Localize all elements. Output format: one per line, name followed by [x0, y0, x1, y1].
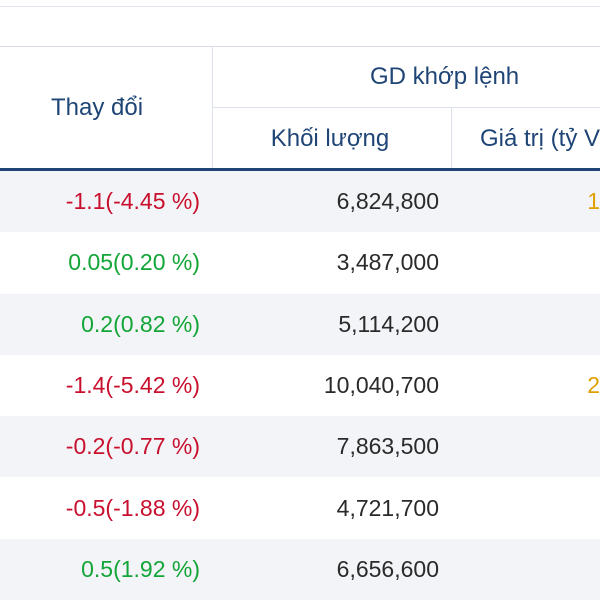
value-cell: 2	[587, 372, 600, 399]
table-row[interactable]: 0.05(0.20 %) 3,487,000	[0, 232, 600, 293]
table-row[interactable]: -0.2(-0.77 %) 7,863,500	[0, 416, 600, 478]
volume-cell: 10,040,700	[323, 372, 439, 399]
value-cell	[560, 477, 600, 538]
change-cell: 0.2(0.82 %)	[81, 310, 200, 337]
volume-cell: 6,824,800	[336, 188, 439, 215]
column-group-header-label: GD khớp lệnh	[370, 63, 520, 90]
value-cell	[560, 294, 600, 355]
column-header-volume-label: Khối lượng	[270, 125, 390, 152]
top-divider	[0, 6, 600, 7]
volume-cell: 5,114,200	[338, 310, 439, 337]
value-cell	[560, 539, 600, 600]
value-cell	[560, 416, 600, 477]
table-body: -1.1(-4.45 %) 6,824,800 1 0.05(0.20 %) 3,487…	[0, 171, 600, 600]
change-cell: -1.1(-4.45 %)	[65, 188, 200, 215]
change-cell: 0.5(1.92 %)	[81, 555, 200, 582]
volume-cell: 3,487,000	[336, 249, 439, 276]
column-header-value-label: Giá trị (tỷ V	[480, 125, 600, 152]
table-row[interactable]: -1.1(-4.45 %) 6,824,800 1	[0, 171, 600, 233]
column-header-volume[interactable]: Khối lượng	[213, 108, 451, 170]
value-cell	[560, 232, 600, 293]
volume-cell: 6,656,600	[336, 555, 439, 582]
volume-cell: 7,863,500	[336, 433, 439, 460]
change-cell: 0.05(0.20 %)	[68, 249, 200, 276]
value-cell: 1	[587, 188, 600, 215]
trading-table-view: Thay đổi GD khớp lệnh Khối lượng Giá trị…	[0, 0, 600, 600]
table-row[interactable]: -1.4(-5.42 %) 10,040,700 2	[0, 355, 600, 416]
column-group-header-matched-trading: GD khớp lệnh	[213, 46, 600, 108]
change-cell: -0.2(-0.77 %)	[65, 433, 200, 460]
column-header-change[interactable]: Thay đổi	[0, 46, 212, 170]
header-divider-vertical	[451, 108, 452, 168]
column-header-value[interactable]: Giá trị (tỷ V	[452, 108, 600, 170]
change-cell: -0.5(-1.88 %)	[65, 494, 200, 521]
table-row[interactable]: 0.5(1.92 %) 6,656,600	[0, 538, 600, 600]
header-divider-horizontal	[213, 107, 600, 108]
volume-cell: 4,721,700	[336, 494, 439, 521]
change-cell: -1.4(-5.42 %)	[65, 372, 200, 399]
table-row[interactable]: 0.2(0.82 %) 5,114,200	[0, 293, 600, 355]
table-row[interactable]: -0.5(-1.88 %) 4,721,700	[0, 477, 600, 538]
column-header-change-label: Thay đổi	[50, 94, 144, 121]
